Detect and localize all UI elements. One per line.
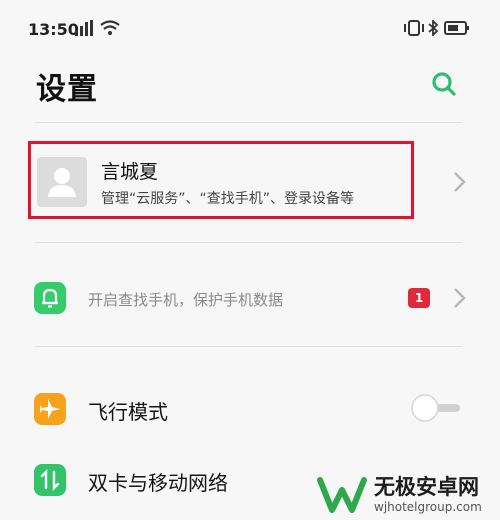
battery-icon — [444, 21, 469, 35]
find-phone-label: 开启查找手机，保护手机数据 — [88, 291, 284, 309]
page-title: 设置 — [36, 72, 98, 107]
airplane-mode-label: 飞行模式 — [88, 400, 168, 424]
dual-sim-icon-tile — [34, 464, 66, 496]
divider — [35, 242, 462, 243]
divider — [35, 122, 462, 123]
dual-sim-label: 双卡与移动网络 — [88, 471, 228, 495]
bluetooth-icon — [428, 20, 439, 36]
bell-icon — [42, 288, 58, 308]
divider — [35, 346, 462, 347]
status-bar: 13:50 — [0, 0, 500, 58]
vibrate-icon — [404, 20, 424, 36]
notification-badge: 1 — [408, 288, 430, 308]
status-time: 13:50 — [28, 20, 79, 39]
account-name: 言城夏 — [101, 161, 159, 183]
watermark-logo — [317, 477, 367, 513]
avatar — [37, 157, 87, 207]
account-description: 管理“云服务”、“查找手机”、登录设备等 — [101, 191, 355, 207]
watermark-title: 无极安卓网 — [374, 475, 479, 499]
chevron-right-icon — [454, 288, 466, 308]
airplane-icon-tile — [34, 393, 66, 425]
search-button[interactable] — [428, 68, 460, 100]
signal-icon — [75, 20, 93, 36]
airplane-mode-toggle[interactable] — [410, 393, 462, 423]
search-icon — [432, 72, 456, 96]
wifi-icon — [100, 20, 120, 35]
airplane-icon — [40, 399, 60, 419]
person-icon — [48, 168, 76, 197]
transfer-arrows-icon — [40, 469, 60, 491]
chevron-right-icon — [454, 172, 466, 192]
watermark-url: wjhotelgroup.com — [374, 500, 482, 514]
find-phone-icon-tile — [34, 282, 66, 314]
